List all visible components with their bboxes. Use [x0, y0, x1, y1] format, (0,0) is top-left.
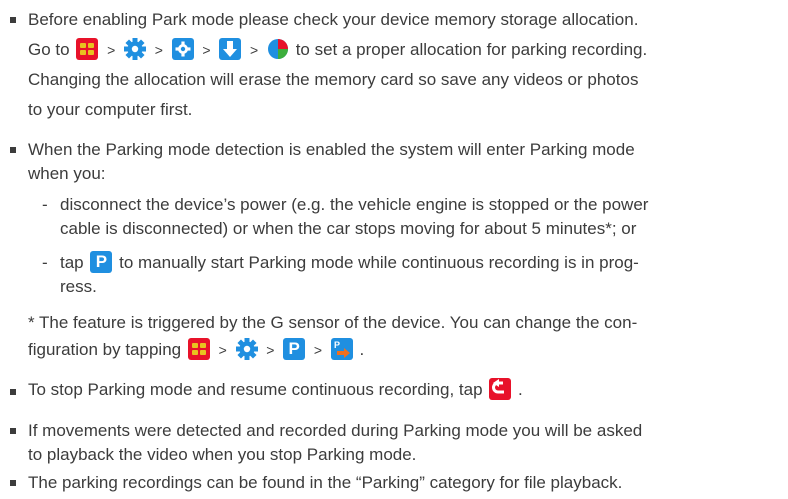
gear-icon	[235, 337, 258, 360]
back-arrow-icon	[489, 377, 512, 400]
svg-text:P: P	[334, 340, 340, 350]
bullet-marker	[10, 480, 16, 486]
bullet3-line: To stop Parking mode and resume continuo…	[28, 377, 523, 402]
bullet4-line1: If movements were detected and recorded …	[28, 421, 643, 440]
bullet3-post: .	[518, 380, 523, 399]
separator: >	[202, 42, 211, 58]
bullet5-line1: The parking recordings can be found in t…	[28, 473, 623, 492]
sub2-line2: ress.	[60, 277, 97, 296]
separator: >	[218, 342, 227, 358]
sub2-line1: tap P to manually start Parking mode whi…	[60, 250, 639, 275]
separator: >	[250, 42, 259, 58]
bullet1-line2-post: to set a proper allocation for parking r…	[295, 40, 648, 59]
bullet4-line2: to playback the video when you stop Park…	[28, 445, 417, 464]
bullet3-pre: To stop Parking mode and resume continuo…	[28, 380, 483, 399]
pie-chart-icon	[267, 38, 289, 60]
note-line2: figuration by tapping > > P > P .	[28, 337, 365, 362]
bullet1-line2-pre: Go to	[28, 40, 70, 59]
gear-tile-icon	[171, 37, 194, 60]
gear-icon	[123, 37, 146, 60]
note-line2-pre: figuration by tapping	[28, 340, 182, 359]
bullet1-line3: Changing the allocation will erase the m…	[28, 70, 639, 89]
note-line1: * The feature is triggered by the G sens…	[28, 313, 638, 332]
bullet1-line4: to your computer first.	[28, 100, 193, 119]
sub2-post: to manually start Parking mode while con…	[119, 253, 639, 272]
separator: >	[154, 42, 163, 58]
sub1-line1: disconnect the device’s power (e.g. the …	[60, 195, 649, 214]
bullet2-line1: When the Parking mode detection is enabl…	[28, 140, 635, 159]
bullet1-line1: Before enabling Park mode please check y…	[28, 10, 639, 29]
parking-settings-icon: P	[330, 337, 353, 360]
separator: >	[107, 42, 116, 58]
menu-icon	[187, 337, 210, 360]
bullet1-line2: Go to > > > > to set a proper allocation…	[28, 37, 648, 62]
parking-p-icon: P	[283, 337, 306, 360]
parking-p-icon: P	[90, 250, 113, 273]
bullet-marker	[10, 428, 16, 434]
bullet2-line2: when you:	[28, 164, 106, 183]
note-line2-post: .	[359, 340, 365, 359]
sub1-line2: cable is disconnected) or when the car s…	[60, 219, 637, 238]
sub-bullet-dash: -	[42, 253, 48, 272]
sub-bullet-dash: -	[42, 195, 48, 214]
sub2-pre: tap	[60, 253, 84, 272]
separator: >	[266, 342, 275, 358]
download-arrow-icon	[219, 37, 242, 60]
bullet-marker	[10, 147, 16, 153]
bullet-marker	[10, 389, 16, 395]
bullet-marker	[10, 17, 16, 23]
menu-icon	[76, 37, 99, 60]
separator: >	[313, 342, 323, 358]
